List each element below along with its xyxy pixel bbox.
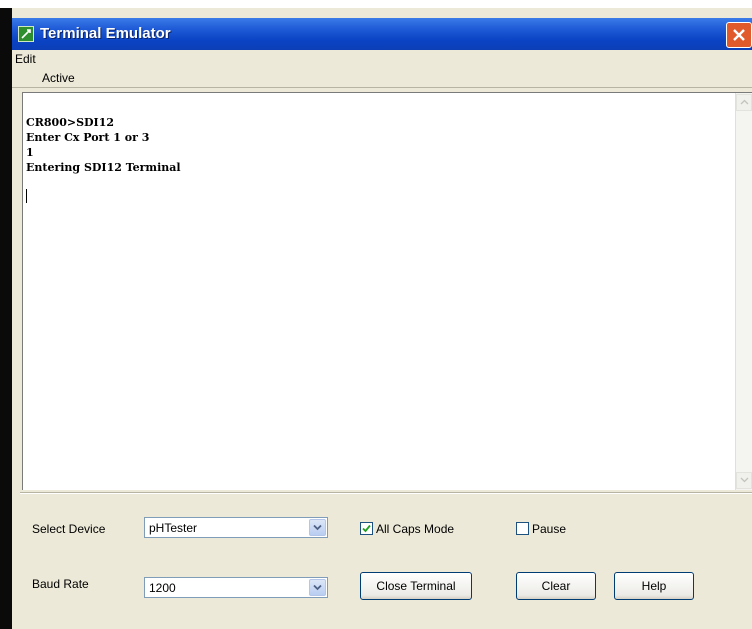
terminal-app-icon <box>18 26 34 42</box>
checkmark-icon <box>362 524 371 533</box>
terminal-line: CR800>SDI12 <box>26 116 115 129</box>
help-button[interactable]: Help <box>614 572 694 600</box>
baud-rate-label: Baud Rate <box>32 577 89 591</box>
baud-rate-dropdown-button[interactable] <box>309 579 326 596</box>
all-caps-label: All Caps Mode <box>376 522 455 536</box>
window-title: Terminal Emulator <box>40 25 171 42</box>
chevron-down-icon <box>313 584 322 591</box>
select-device-label: Select Device <box>32 522 106 536</box>
baud-rate-value: 1200 <box>149 581 176 595</box>
vertical-scrollbar[interactable] <box>735 93 752 490</box>
select-device-dropdown-button[interactable] <box>309 519 326 536</box>
close-button[interactable] <box>726 22 752 48</box>
all-caps-checkbox[interactable] <box>360 522 373 535</box>
terminal-line: 1 <box>26 146 34 159</box>
chevron-down-icon <box>313 524 322 531</box>
panel-divider <box>20 492 752 494</box>
terminal-emulator-window: Terminal Emulator Edit Active CR800>SDI1… <box>12 8 752 629</box>
clear-button[interactable]: Clear <box>516 572 596 600</box>
pause-checkbox[interactable] <box>516 522 529 535</box>
terminal-output[interactable]: CR800>SDI12 Enter Cx Port 1 or 3 1 Enter… <box>22 92 752 490</box>
close-terminal-button[interactable]: Close Terminal <box>360 572 472 600</box>
tab-active[interactable]: Active <box>42 70 75 86</box>
desktop-background <box>0 0 12 629</box>
title-bar[interactable]: Terminal Emulator <box>12 18 752 50</box>
select-device-dropdown[interactable]: pHTester <box>144 517 328 538</box>
window-top-band <box>12 8 752 18</box>
text-cursor <box>26 189 27 203</box>
terminal-line: Entering SDI12 Terminal <box>26 161 181 174</box>
scroll-down-button[interactable] <box>736 472 752 489</box>
menu-edit[interactable]: Edit <box>15 51 36 67</box>
menu-bar: Edit <box>12 50 752 68</box>
terminal-lines: CR800>SDI12 Enter Cx Port 1 or 3 1 Enter… <box>26 115 181 175</box>
terminal-line: Enter Cx Port 1 or 3 <box>26 131 150 144</box>
close-icon <box>733 29 745 41</box>
chevron-up-icon <box>740 99 749 105</box>
desktop-gap <box>0 0 12 8</box>
tab-bar: Active <box>12 68 752 88</box>
select-device-value: pHTester <box>149 521 198 535</box>
scroll-up-button[interactable] <box>736 94 752 111</box>
pause-label: Pause <box>532 522 567 536</box>
baud-rate-dropdown[interactable]: 1200 <box>144 577 328 598</box>
chevron-down-icon <box>740 477 749 483</box>
